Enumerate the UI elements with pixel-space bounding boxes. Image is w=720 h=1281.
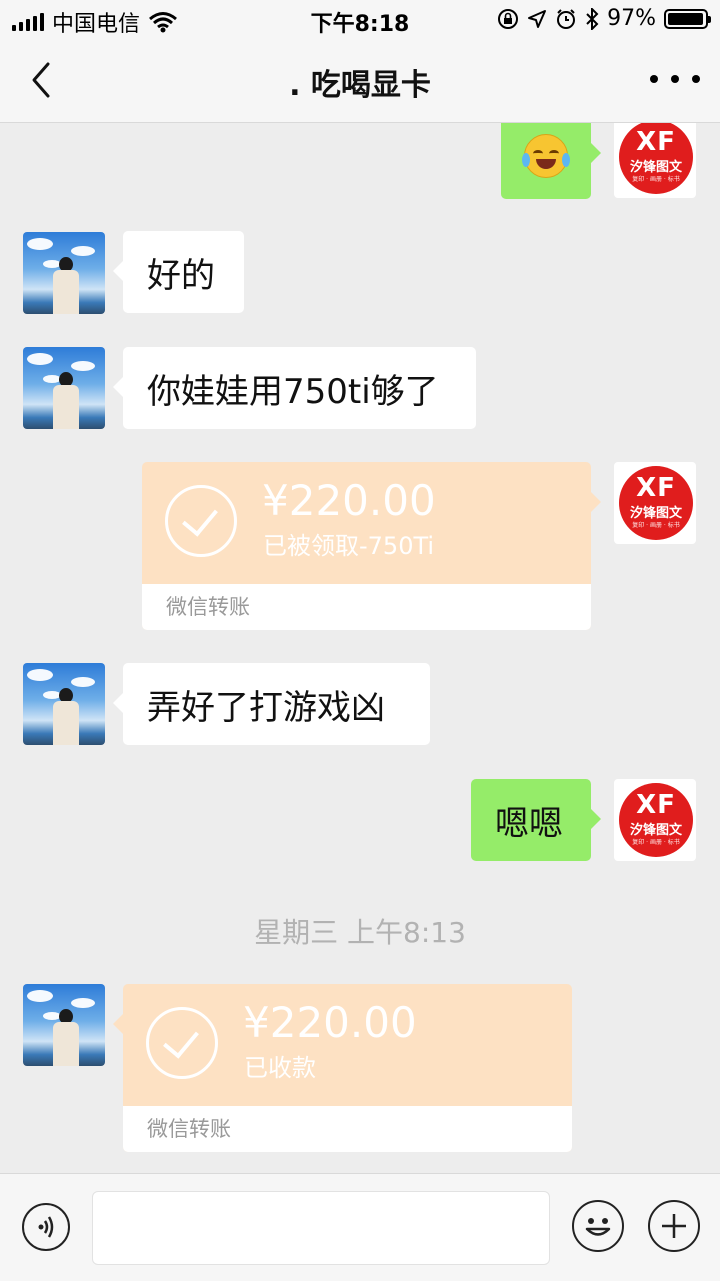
transfer-footer: 微信转账 <box>123 1106 572 1152</box>
crying-laughing-emoji-icon <box>522 134 570 178</box>
contact-avatar[interactable] <box>23 347 105 429</box>
message-text: 嗯嗯 <box>495 803 563 844</box>
transfer-amount: ¥220.00 <box>262 476 436 525</box>
transfer-card-body: ¥220.00 已被领取-750Ti <box>142 462 591 584</box>
more-options-icon[interactable] <box>650 64 700 94</box>
message-text: 弄好了打游戏凶 <box>147 687 385 728</box>
transfer-status: 已被领取-750Ti <box>263 532 435 560</box>
transfer-card-body: ¥220.00 已收款 <box>123 984 572 1106</box>
message-bubble-emoji[interactable] <box>501 123 601 199</box>
self-avatar[interactable]: XF 汐锋图文 复印 · 画册 · 标书 <box>614 123 696 198</box>
rotation-lock-icon <box>498 8 519 29</box>
battery-level <box>668 12 703 25</box>
plus-icon <box>662 1214 686 1238</box>
transfer-card-sent[interactable]: ¥220.00 已被领取-750Ti 微信转账 <box>142 462 601 630</box>
battery-icon <box>664 8 711 29</box>
message-timestamp: 星期三 上午8:13 <box>254 916 466 949</box>
checkmark-circle-icon <box>165 485 237 557</box>
message-text: 好的 <box>147 255 215 296</box>
input-bar <box>0 1173 720 1281</box>
transfer-amount: ¥220.00 <box>243 998 417 1047</box>
status-bar: 中国电信 下午8:18 97% <box>0 0 720 40</box>
contact-avatar[interactable] <box>23 232 105 314</box>
chat-header: . 吃喝显卡 <box>0 40 720 123</box>
message-bubble-text[interactable]: 你娃娃用750ti够了 <box>113 347 476 429</box>
add-more-button-icon[interactable] <box>648 1200 700 1252</box>
sound-wave-icon <box>38 1216 54 1238</box>
message-bubble-text[interactable]: 弄好了打游戏凶 <box>113 663 430 745</box>
message-text: 你娃娃用750ti够了 <box>147 371 439 412</box>
emoji-button-icon[interactable] <box>572 1200 624 1252</box>
transfer-status: 已收款 <box>244 1054 316 1082</box>
transfer-card-received[interactable]: ¥220.00 已收款 微信转账 <box>113 984 572 1152</box>
message-input[interactable] <box>92 1191 550 1265</box>
contact-avatar[interactable] <box>23 663 105 745</box>
status-icons: 97% <box>497 6 711 31</box>
self-avatar[interactable]: XF 汐锋图文 复印 · 画册 · 标书 <box>614 779 696 861</box>
smiley-face-icon <box>585 1218 611 1236</box>
location-icon <box>528 9 547 28</box>
contact-avatar[interactable] <box>23 984 105 1066</box>
message-list[interactable]: XF 汐锋图文 复印 · 画册 · 标书 好的 你娃娃用750ti够了 ¥220… <box>0 123 720 1173</box>
checkmark-circle-icon <box>146 1007 218 1079</box>
transfer-footer: 微信转账 <box>142 584 591 630</box>
bluetooth-icon <box>586 7 599 30</box>
message-bubble-text[interactable]: 好的 <box>113 231 244 313</box>
battery-percent: 97% <box>607 6 656 31</box>
self-avatar[interactable]: XF 汐锋图文 复印 · 画册 · 标书 <box>614 462 696 544</box>
chat-title: . 吃喝显卡 <box>289 68 431 103</box>
alarm-icon <box>557 8 576 29</box>
message-bubble-text[interactable]: 嗯嗯 <box>471 779 601 861</box>
voice-input-icon[interactable] <box>22 1203 70 1251</box>
